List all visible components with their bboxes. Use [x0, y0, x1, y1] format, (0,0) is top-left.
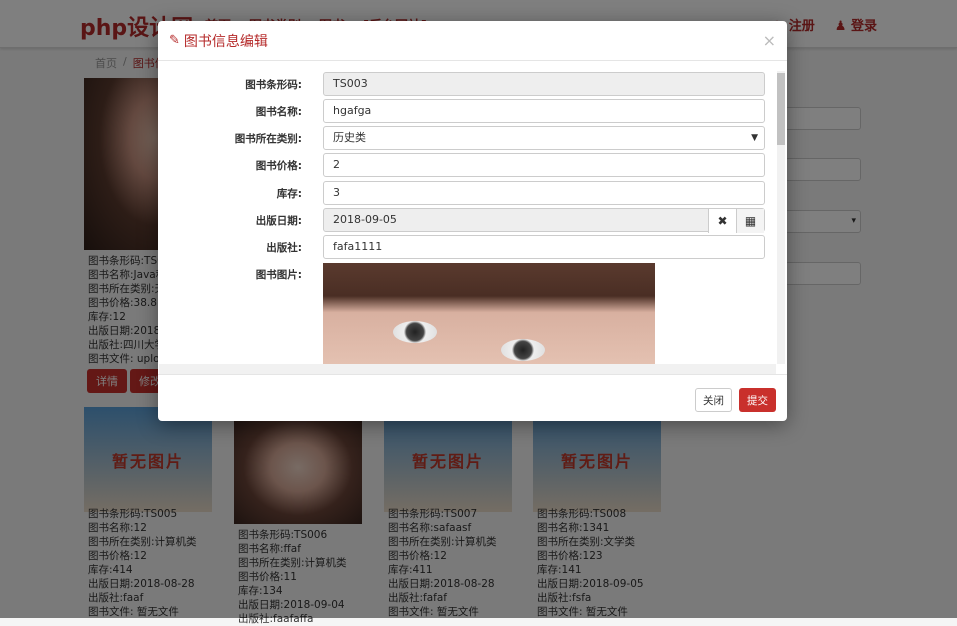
barcode-label: 图书条形码:	[245, 79, 302, 91]
scrollbar-thumb[interactable]	[777, 73, 785, 145]
vertical-scrollbar[interactable]	[777, 71, 785, 364]
pub-date-value: 2018-09-05	[333, 213, 397, 226]
modal-footer: 关闭 提交	[158, 374, 787, 421]
calendar-icon[interactable]: ▦	[736, 209, 764, 233]
form-row-barcode: 图书条形码: TS003	[158, 72, 787, 96]
stock-label: 库存:	[276, 188, 302, 200]
publisher-field[interactable]: fafa1111	[323, 235, 765, 259]
barcode-field[interactable]: TS003	[323, 72, 765, 96]
name-label: 图书名称:	[255, 106, 302, 118]
preview-eye-right	[501, 339, 545, 361]
form-row-publisher: 出版社: fafa1111	[158, 235, 787, 259]
form-row-name: 图书名称: hgafga	[158, 99, 787, 123]
preview-eye-left	[393, 321, 437, 343]
price-label: 图书价格:	[255, 160, 302, 172]
form-row-stock: 库存: 3	[158, 181, 787, 205]
edit-icon: ✎	[169, 33, 180, 48]
category-select[interactable]: 历史类 ▼	[323, 126, 765, 150]
book-edit-modal: ✎ 图书信息编辑 × 图书条形码: TS003 图书名称: hgafga 图书所…	[158, 21, 787, 421]
submit-button[interactable]: 提交	[739, 388, 776, 412]
price-field[interactable]: 2	[323, 153, 765, 177]
category-selected-value: 历史类	[333, 131, 366, 144]
category-label: 图书所在类别:	[234, 133, 302, 145]
modal-header: ✎ 图书信息编辑	[158, 21, 787, 61]
stock-field[interactable]: 3	[323, 181, 765, 205]
pub-date-label: 出版日期:	[255, 215, 302, 227]
publisher-label: 出版社:	[266, 242, 302, 254]
form-row-price: 图书价格: 2	[158, 153, 787, 177]
clear-date-icon[interactable]: ✖	[708, 209, 736, 233]
close-icon[interactable]: ×	[763, 31, 776, 50]
modal-body: 图书条形码: TS003 图书名称: hgafga 图书所在类别: 历史类 ▼ …	[158, 62, 787, 384]
pub-date-field[interactable]: 2018-09-05 ✖ ▦	[323, 208, 765, 233]
name-field[interactable]: hgafga	[323, 99, 765, 123]
image-label: 图书图片:	[255, 269, 302, 281]
form-row-category: 图书所在类别: 历史类 ▼	[158, 126, 787, 150]
horizontal-scrollbar[interactable]	[159, 364, 776, 374]
book-image-preview	[323, 263, 655, 373]
modal-title: 图书信息编辑	[183, 33, 268, 50]
form-row-pub-date: 出版日期: 2018-09-05 ✖ ▦	[158, 208, 787, 233]
chevron-down-icon: ▼	[751, 133, 758, 143]
close-button[interactable]: 关闭	[695, 388, 732, 412]
